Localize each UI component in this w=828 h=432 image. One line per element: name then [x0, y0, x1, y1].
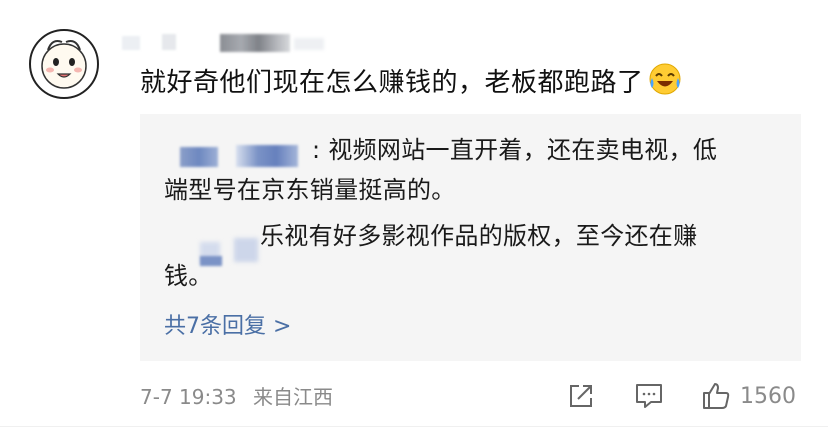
- share-button[interactable]: [566, 380, 596, 412]
- comment-location: 来自江西: [253, 385, 334, 409]
- reply-text: 钱。: [164, 262, 213, 290]
- reply-text: : 视频网站一直开着，还在卖电视，低: [312, 136, 718, 164]
- comment-meta: 7-7 19:33 来自江西: [140, 383, 333, 411]
- thumbs-up-icon: [703, 383, 730, 409]
- like-count: 1560: [740, 383, 796, 409]
- reply-text: 端型号在京东销量挺高的。: [164, 176, 456, 204]
- share-icon: [570, 385, 592, 407]
- comment-button[interactable]: [634, 380, 664, 412]
- divider: [0, 426, 828, 427]
- reply-item: : 视频网站一直开着，还在卖电视，低 端型号在京东销量挺高的。: [164, 130, 784, 210]
- username-blurred[interactable]: [122, 32, 332, 54]
- laughing-crying-emoji-icon: [649, 63, 681, 95]
- avatar[interactable]: [28, 28, 100, 100]
- comment-text: 就好奇他们现在怎么赚钱的，老板都跑路了: [140, 62, 682, 101]
- reply-text: 乐视有好多影视作品的版权，至今还在赚: [260, 222, 698, 250]
- reply-item: 乐视有好多影视作品的版权，至今还在赚 钱。: [164, 216, 784, 296]
- more-replies-link[interactable]: 共7条回复 >: [164, 312, 291, 342]
- comment-card: 就好奇他们现在怎么赚钱的，老板都跑路了 : 视频网站一直开着，还在卖电视，低 端…: [0, 0, 828, 432]
- comment-text-content: 就好奇他们现在怎么赚钱的，老板都跑路了: [140, 68, 644, 98]
- comment-icon: [636, 384, 662, 408]
- comment-date: 7-7 19:33: [140, 385, 237, 409]
- like-button[interactable]: 1560: [700, 380, 796, 412]
- reply-box[interactable]: : 视频网站一直开着，还在卖电视，低 端型号在京东销量挺高的。 乐视有好多影视作…: [140, 114, 801, 361]
